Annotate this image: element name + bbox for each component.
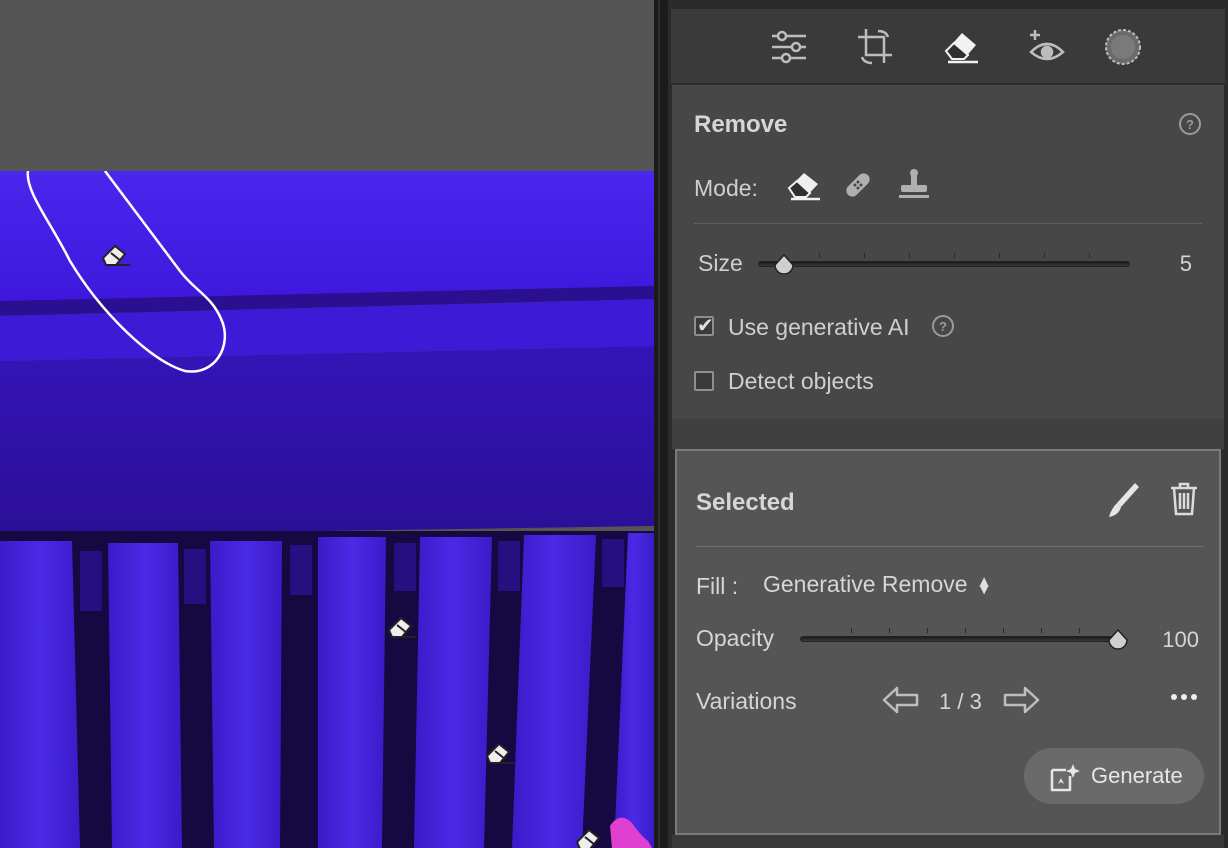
updown-chevron-icon: ▲ ▼	[979, 573, 989, 596]
variations-label: Variations	[696, 688, 797, 714]
crop-icon[interactable]	[853, 25, 897, 69]
use-generative-ai-label: Use generative AI	[728, 314, 910, 340]
photo-content	[0, 171, 654, 848]
brush-icon[interactable]	[1105, 481, 1141, 521]
use-generative-ai-checkbox[interactable]	[694, 313, 714, 337]
opacity-slider-thumb[interactable]	[1107, 628, 1129, 650]
eraser-pin-icon[interactable]	[100, 241, 134, 269]
mode-label: Mode:	[694, 175, 758, 201]
help-icon[interactable]: ?	[932, 315, 954, 337]
edit-sliders-icon[interactable]	[767, 25, 811, 69]
size-slider[interactable]	[758, 253, 1130, 267]
edit-toolbar	[670, 8, 1226, 91]
panel-divider[interactable]	[654, 0, 668, 848]
selected-section: Selected Fill : Generative Remove ▲ ▼ Opa…	[675, 449, 1221, 835]
detect-objects-checkbox[interactable]	[694, 371, 714, 391]
generate-button[interactable]: Generate	[1024, 748, 1204, 804]
photo-image[interactable]	[0, 171, 654, 848]
panel-footer-strip	[672, 835, 1224, 848]
remove-eraser-icon[interactable]	[939, 25, 983, 69]
masking-icon[interactable]	[1101, 25, 1145, 69]
eraser-pin-icon[interactable]	[386, 613, 420, 641]
section-gap	[672, 419, 1224, 449]
fill-value: Generative Remove	[763, 571, 968, 597]
help-icon[interactable]: ?	[1179, 113, 1201, 135]
opacity-value: 100	[1162, 627, 1199, 652]
remove-title: Remove	[694, 111, 788, 138]
divider	[696, 546, 1204, 547]
eraser-pin-icon[interactable]	[484, 739, 518, 767]
generate-sparkle-icon	[1050, 764, 1080, 792]
eraser-pin-icon[interactable]	[574, 825, 608, 848]
size-label: Size	[698, 250, 743, 276]
remove-section: Remove ? Mode: Size 5 ✔ Use generative A…	[672, 85, 1224, 419]
size-slider-thumb[interactable]	[773, 253, 795, 275]
next-variation-arrow-icon[interactable]	[1001, 684, 1041, 716]
selected-title: Selected	[696, 489, 795, 516]
fill-label: Fill :	[696, 573, 739, 599]
detect-objects-label: Detect objects	[728, 368, 874, 394]
fill-dropdown[interactable]: Generative Remove ▲ ▼	[763, 571, 989, 598]
red-eye-icon[interactable]	[1025, 25, 1069, 69]
bandage-heal-icon[interactable]	[838, 165, 878, 205]
clone-stamp-icon[interactable]	[894, 165, 934, 205]
photo-canvas[interactable]	[0, 0, 654, 848]
more-options-icon[interactable]	[1169, 689, 1199, 705]
variations-counter: 1 / 3	[939, 689, 982, 714]
generate-label: Generate	[1091, 763, 1183, 788]
previous-variation-arrow-icon[interactable]	[881, 684, 921, 716]
eraser-icon[interactable]	[784, 165, 824, 205]
edit-panel: Remove ? Mode: Size 5 ✔ Use generative A…	[668, 0, 1228, 848]
opacity-label: Opacity	[696, 625, 774, 651]
opacity-slider[interactable]	[800, 628, 1118, 642]
divider	[694, 223, 1202, 224]
size-value: 5	[1179, 251, 1192, 276]
delete-trash-icon[interactable]	[1169, 481, 1199, 517]
